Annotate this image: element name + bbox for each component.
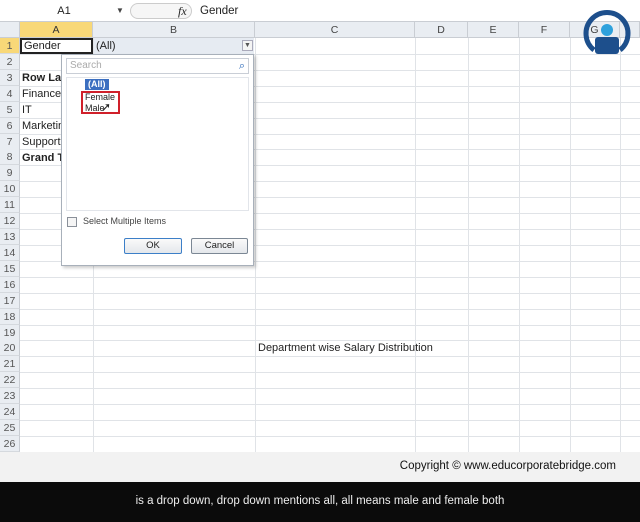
cell-a6[interactable]: Marketing: [20, 118, 61, 134]
educorporatebridge-logo: [583, 10, 631, 54]
row-header-3[interactable]: 3: [0, 69, 20, 86]
row-header-15[interactable]: 15: [0, 260, 20, 277]
search-placeholder: Search: [70, 60, 102, 71]
row-header-25[interactable]: 25: [0, 420, 20, 437]
row-header-8[interactable]: 8: [0, 149, 20, 166]
select-multiple-checkbox[interactable]: [67, 217, 77, 227]
row-header-6[interactable]: 6: [0, 117, 20, 134]
search-input[interactable]: Search ⌕: [66, 58, 249, 74]
gridline: [20, 420, 640, 422]
cell-a4[interactable]: Finance: [20, 86, 61, 102]
footer-bar: Copyright © www.educorporatebridge.com: [0, 452, 640, 482]
row-header-17[interactable]: 17: [0, 292, 20, 309]
row-header-23[interactable]: 23: [0, 388, 20, 405]
mouse-cursor-icon: ➚: [101, 100, 112, 114]
row-header-16[interactable]: 16: [0, 276, 20, 293]
select-all-corner[interactable]: [0, 22, 20, 38]
gridline: [20, 324, 640, 326]
search-icon: ⌕: [238, 60, 245, 72]
gridline: [20, 276, 640, 278]
row-header-4[interactable]: 4: [0, 85, 20, 102]
column-header-d[interactable]: D: [415, 22, 468, 38]
row-header-22[interactable]: 22: [0, 372, 20, 389]
formula-bar: A1 ▼ fx Gender: [0, 0, 640, 22]
gridline: [20, 436, 640, 437]
insert-function-icon[interactable]: fx: [178, 3, 187, 19]
gridline: [519, 38, 520, 452]
row-header-5[interactable]: 5: [0, 101, 20, 118]
cell-a5[interactable]: IT: [20, 102, 61, 118]
row-header-18[interactable]: 18: [0, 308, 20, 325]
column-header-a[interactable]: A: [20, 22, 93, 38]
row-header-10[interactable]: 10: [0, 181, 20, 198]
row-header-19[interactable]: 19: [0, 324, 20, 341]
gridline: [20, 372, 640, 374]
cell-a7[interactable]: Support: [20, 134, 61, 150]
gridline: [20, 356, 640, 358]
cell-a3[interactable]: Row Labels: [20, 70, 61, 86]
row-header-9[interactable]: 9: [0, 165, 20, 182]
name-box[interactable]: A1: [2, 3, 126, 19]
row-header-2[interactable]: 2: [0, 53, 20, 70]
column-header-e[interactable]: E: [468, 22, 519, 38]
cell-a8[interactable]: Grand Total: [20, 150, 61, 166]
formula-input[interactable]: Gender: [200, 3, 238, 19]
column-header-b[interactable]: B: [93, 22, 255, 38]
gridline: [620, 38, 621, 452]
row-header-12[interactable]: 12: [0, 213, 20, 230]
row-header-21[interactable]: 21: [0, 356, 20, 373]
ok-button[interactable]: OK: [124, 238, 182, 254]
gridline: [20, 404, 640, 406]
filter-item-all[interactable]: (All): [85, 79, 109, 90]
filter-dropdown-button[interactable]: ▼: [242, 40, 253, 51]
row-header-24[interactable]: 24: [0, 404, 20, 421]
cell-b1[interactable]: (All): [94, 38, 254, 54]
row-header-7[interactable]: 7: [0, 133, 20, 150]
cancel-button[interactable]: Cancel: [191, 238, 248, 254]
name-box-dropdown-icon[interactable]: ▼: [116, 3, 124, 19]
gridline: [468, 38, 469, 452]
column-header-c[interactable]: C: [255, 22, 415, 38]
filter-dropdown-panel: Search ⌕ (All) Female Male ➚ Select Multi…: [61, 54, 254, 266]
cell-a1[interactable]: Gender: [20, 38, 93, 54]
copyright-text: Copyright © www.educorporatebridge.com: [399, 460, 616, 472]
filter-item-list: (All) Female Male ➚: [66, 77, 249, 211]
select-multiple-label: Select Multiple Items: [83, 216, 167, 226]
column-header-f[interactable]: F: [519, 22, 570, 38]
gridline: [20, 292, 640, 294]
gridline: [570, 38, 571, 452]
row-header-11[interactable]: 11: [0, 197, 20, 214]
row-header-20[interactable]: 20: [0, 340, 20, 357]
row-header-14[interactable]: 14: [0, 244, 20, 261]
gridline: [255, 38, 256, 452]
gridline: [20, 388, 640, 390]
gridline: [20, 308, 640, 310]
gridline: [415, 38, 416, 452]
row-header-1[interactable]: 1: [0, 38, 20, 54]
video-caption: is a drop down, drop down mentions all, …: [0, 482, 640, 522]
row-header-13[interactable]: 13: [0, 229, 20, 246]
row-header-26[interactable]: 26: [0, 436, 20, 452]
cell-c20[interactable]: Department wise Salary Distribution: [256, 340, 476, 356]
